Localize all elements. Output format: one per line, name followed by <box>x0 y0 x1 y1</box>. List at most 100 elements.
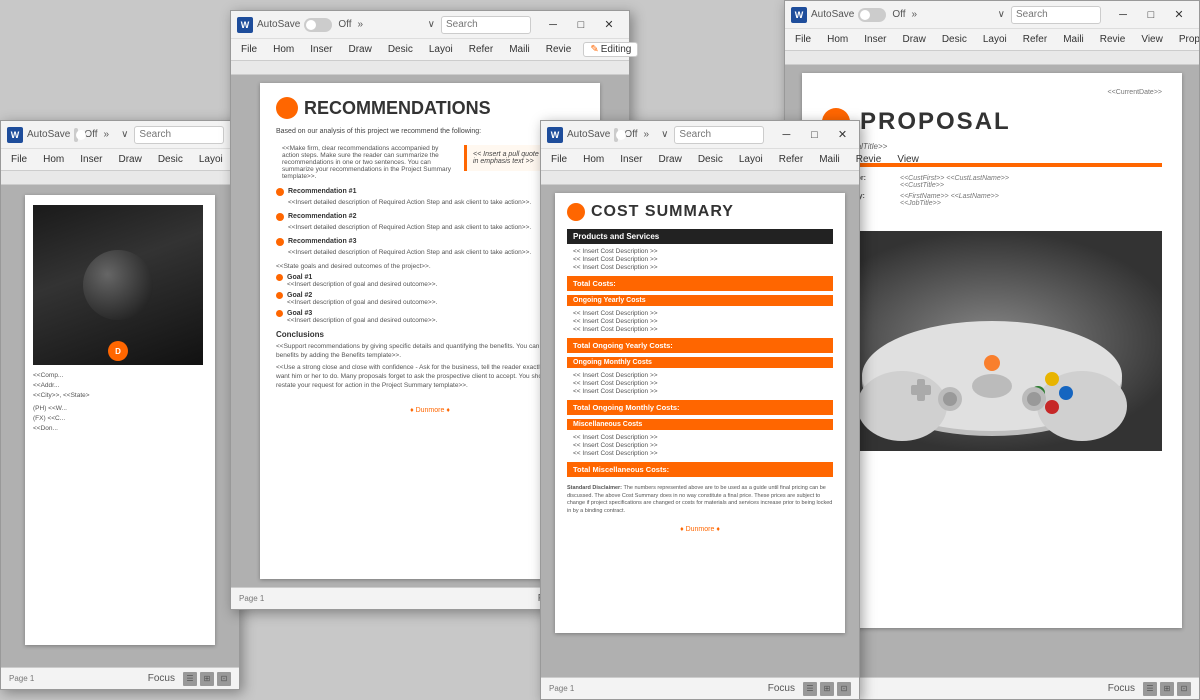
view-icon-1a[interactable]: ☰ <box>183 672 197 686</box>
r4-desic[interactable]: Desic <box>938 33 971 46</box>
r4-refer[interactable]: Refer <box>1019 33 1051 46</box>
r3-maili[interactable]: Maili <box>815 153 844 166</box>
maximize-btn-2[interactable]: □ <box>567 15 595 35</box>
expand-3[interactable]: ∨ <box>661 129 668 140</box>
view-icon-3b[interactable]: ⊞ <box>820 682 834 696</box>
focus-btn-1[interactable]: Focus <box>148 673 175 684</box>
word-icon-3: W <box>547 127 563 143</box>
r3-revie[interactable]: Revie <box>852 153 886 166</box>
minimize-btn-2[interactable]: ─ <box>539 15 567 35</box>
r2-maili[interactable]: Maili <box>505 43 534 56</box>
search-input-4[interactable] <box>1011 6 1101 24</box>
ribbon-layoi-1[interactable]: Layoi <box>195 153 227 166</box>
title-bar-4: W AutoSave Off » ∨ ─ □ ✕ <box>785 1 1199 29</box>
r3-home[interactable]: Hom <box>579 153 608 166</box>
title-bar-1: W AutoSave Off » ∨ ─ □ ✕ <box>1 121 239 149</box>
goal2: Goal #2 <<Insert description of goal and… <box>276 292 584 306</box>
chevron-3[interactable]: » <box>644 129 650 140</box>
r3-desic[interactable]: Desic <box>694 153 727 166</box>
ribbon-1: File Hom Inser Draw Desic Layoi Refer Ma… <box>1 149 239 171</box>
view-icons-1: ☰ ⊞ ⊡ <box>183 672 231 686</box>
r4-maili[interactable]: Maili <box>1059 33 1088 46</box>
maximize-btn-4[interactable]: □ <box>1137 5 1165 25</box>
view-icon-3c[interactable]: ⊡ <box>837 682 851 696</box>
goal3-title: Goal #3 <box>276 310 584 317</box>
expand-2[interactable]: ∨ <box>428 19 435 30</box>
r3-file[interactable]: File <box>547 153 571 166</box>
rec3-section: Recommendation #3 <<Insert detailed desc… <box>276 238 584 257</box>
r2-home[interactable]: Hom <box>269 43 298 56</box>
focus-btn-4[interactable]: Focus <box>1108 683 1135 694</box>
r4-layoi[interactable]: Layoi <box>979 33 1011 46</box>
r3-layoi[interactable]: Layoi <box>735 153 767 166</box>
ribbon-insert-1[interactable]: Inser <box>76 153 106 166</box>
r2-refer[interactable]: Refer <box>465 43 497 56</box>
r4-file[interactable]: File <box>791 33 815 46</box>
editing-label-2: Editing <box>601 44 632 55</box>
view-icon-1b[interactable]: ⊞ <box>200 672 214 686</box>
ribbon-home-1[interactable]: Hom <box>39 153 68 166</box>
products-header: Products and Services <box>567 229 833 244</box>
autosave-toggle-3[interactable] <box>614 128 618 142</box>
r2-layoi[interactable]: Layoi <box>425 43 457 56</box>
search-input-1[interactable] <box>134 126 224 144</box>
cost-item8: << Insert Cost Description >> <box>573 380 827 387</box>
status-bar-1: Page 1 Focus ☰ ⊞ ⊡ <box>1 667 239 689</box>
r3-view[interactable]: View <box>893 153 923 166</box>
close-btn-3[interactable]: ✕ <box>828 125 856 145</box>
close-btn-4[interactable]: ✕ <box>1165 5 1193 25</box>
r2-revie[interactable]: Revie <box>542 43 576 56</box>
search-input-3[interactable] <box>674 126 764 144</box>
r4-insert[interactable]: Inser <box>860 33 890 46</box>
r4-prop[interactable]: Prop <box>1175 33 1199 46</box>
autosave-toggle-4[interactable] <box>858 8 886 22</box>
proposal-title: PROPOSAL <box>860 108 1011 136</box>
total-misc: Total Miscellaneous Costs: <box>567 462 833 477</box>
cost-item9: << Insert Cost Description >> <box>573 388 827 395</box>
view-icon-3a[interactable]: ☰ <box>803 682 817 696</box>
products-items: << Insert Cost Description >> << Insert … <box>567 246 833 274</box>
focus-btn-3[interactable]: Focus <box>768 683 795 694</box>
r3-refer[interactable]: Refer <box>775 153 807 166</box>
view-icon-4c[interactable]: ⊡ <box>1177 682 1191 696</box>
search-input-2[interactable] <box>441 16 531 34</box>
autosave-label-4: AutoSave <box>811 9 854 20</box>
cost-item2: << Insert Cost Description >> <box>573 256 827 263</box>
r2-file[interactable]: File <box>237 43 261 56</box>
minimize-btn-4[interactable]: ─ <box>1109 5 1137 25</box>
chevron-2[interactable]: » <box>358 19 364 30</box>
ruler-3 <box>541 171 859 185</box>
r2-desic[interactable]: Desic <box>384 43 417 56</box>
autosave-toggle-1[interactable] <box>74 128 78 142</box>
ribbon-desic-1[interactable]: Desic <box>154 153 187 166</box>
expand-1[interactable]: ∨ <box>121 129 128 140</box>
goal3-icon <box>276 310 283 317</box>
prepared-for-row: Prepared for: <<CustFirst>> <<CustLastNa… <box>822 175 1162 189</box>
r3-insert[interactable]: Inser <box>616 153 646 166</box>
editing-btn-2[interactable]: ✎ Editing <box>583 42 638 57</box>
chevron-1[interactable]: » <box>104 129 110 140</box>
r4-home[interactable]: Hom <box>823 33 852 46</box>
r4-draw[interactable]: Draw <box>898 33 929 46</box>
chevron-4[interactable]: » <box>912 9 918 20</box>
view-icon-1c[interactable]: ⊡ <box>217 672 231 686</box>
expand-4[interactable]: ∨ <box>998 9 1005 20</box>
goal1-icon <box>276 274 283 281</box>
close-btn-2[interactable]: ✕ <box>595 15 623 35</box>
ribbon-draw-1[interactable]: Draw <box>114 153 145 166</box>
r2-draw[interactable]: Draw <box>344 43 375 56</box>
maximize-btn-3[interactable]: □ <box>800 125 828 145</box>
r4-view[interactable]: View <box>1137 33 1167 46</box>
r2-insert[interactable]: Inser <box>306 43 336 56</box>
autosave-off-4: Off <box>892 9 905 20</box>
prepared-for-value: <<CustFirst>> <<CustLastName>><<CustTitl… <box>900 175 1009 189</box>
view-icon-4b[interactable]: ⊞ <box>1160 682 1174 696</box>
minimize-btn-3[interactable]: ─ <box>772 125 800 145</box>
view-icon-4a[interactable]: ☰ <box>1143 682 1157 696</box>
ribbon-file-1[interactable]: File <box>7 153 31 166</box>
goal1-title: Goal #1 <box>276 274 584 281</box>
pencil-icon-2: ✎ <box>590 44 598 55</box>
autosave-toggle-2[interactable] <box>304 18 332 32</box>
r4-revie[interactable]: Revie <box>1096 33 1130 46</box>
r3-draw[interactable]: Draw <box>654 153 685 166</box>
